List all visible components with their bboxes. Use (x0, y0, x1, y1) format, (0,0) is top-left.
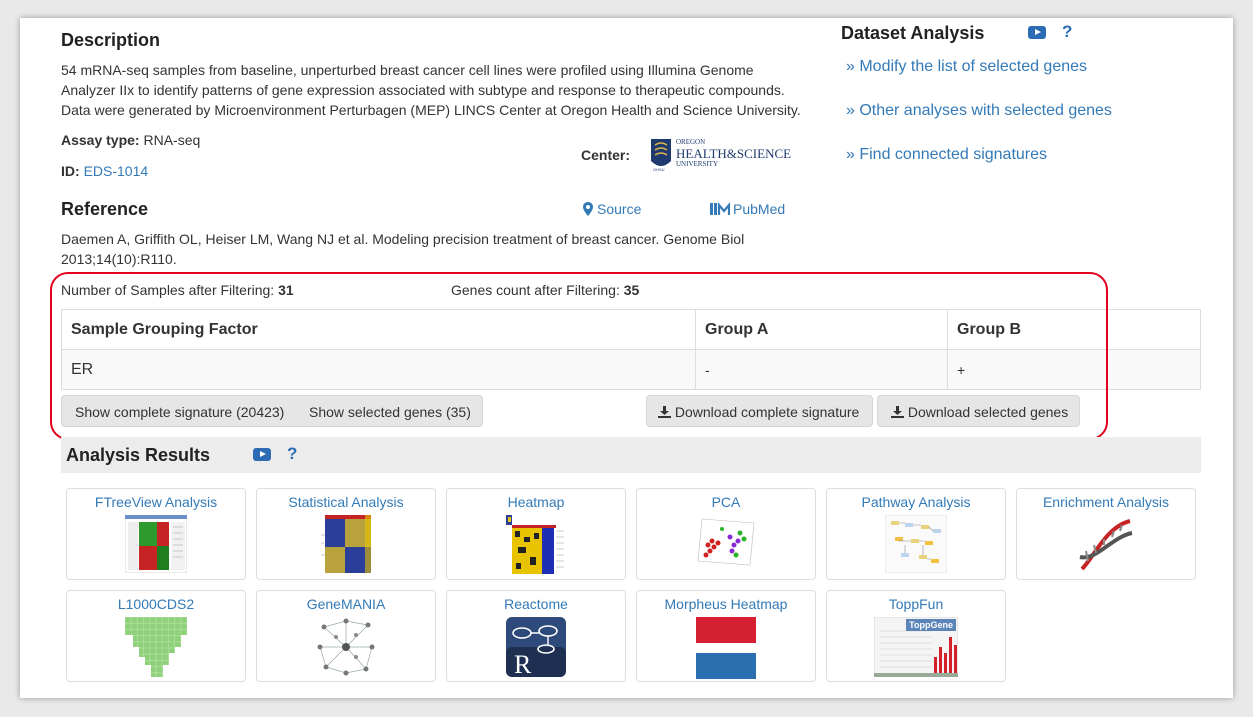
tool-card-title: PCA (711, 494, 741, 510)
toppgene-badge: ToppGene (906, 619, 956, 631)
description-line: Data were generated by Microenvironment … (61, 102, 801, 118)
source-link[interactable]: Source (583, 201, 641, 217)
tool-card-title: Enrichment Analysis (1042, 494, 1170, 510)
tool-card-title: ToppFun (888, 596, 944, 612)
youtube-icon[interactable] (1028, 26, 1046, 39)
id-label: ID: (61, 163, 80, 179)
pubmed-link[interactable]: PubMed (710, 201, 785, 217)
center-label: Center: (581, 147, 631, 163)
map-marker-icon (583, 202, 593, 216)
citation: Daemen A, Griffith OL, Heiser LM, Wang N… (61, 229, 821, 269)
reference-heading: Reference (61, 199, 149, 219)
analysis-results-heading: Analysis Results (66, 445, 211, 465)
youtube-icon[interactable] (253, 448, 271, 461)
logo-text: HEALTH&SCIENCE (676, 146, 792, 161)
tool-card-reactome[interactable]: Reactome R (446, 590, 626, 682)
analysis-results-header: Analysis Results ? (61, 437, 1201, 473)
source-label: Source (597, 201, 642, 217)
tool-card-l1000cds2[interactable]: L1000CDS2 (66, 590, 246, 682)
filtering-highlight-outline (50, 272, 1108, 440)
dataset-page: Description 54 mRNA-seq samples from bas… (20, 18, 1233, 698)
ftreeview-thumbnail-icon (125, 515, 187, 573)
pubmed-label: PubMed (733, 201, 786, 217)
tool-card-title: Heatmap (507, 494, 565, 510)
tool-card-title: FTreeView Analysis (94, 494, 218, 510)
tool-card-title: Pathway Analysis (861, 494, 971, 510)
tool-card-pca[interactable]: PCA (636, 488, 816, 580)
logo-text: UNIVERSITY (676, 160, 718, 168)
tool-card-enrichment[interactable]: Enrichment Analysis (1016, 488, 1196, 580)
assay-type: Assay type: RNA-seq (61, 130, 200, 150)
network-graph-icon (317, 618, 375, 676)
dna-helix-icon (1079, 519, 1133, 571)
other-analyses-link[interactable]: » Other analyses with selected genes (846, 102, 1112, 120)
dataset-id-link[interactable]: EDS-1014 (84, 163, 149, 179)
modify-genes-link[interactable]: » Modify the list of selected genes (846, 58, 1087, 76)
assay-value: RNA-seq (143, 132, 201, 148)
citation-line: 2013;14(10):R110. (61, 251, 177, 267)
pubmed-icon (710, 201, 731, 215)
tool-card-statistical[interactable]: Statistical Analysis (256, 488, 436, 580)
tool-card-morpheus[interactable]: Morpheus Heatmap (636, 590, 816, 682)
heatmap-thumbnail-icon (506, 515, 564, 574)
tool-card-ftreeview[interactable]: FTreeView Analysis (66, 488, 246, 580)
dataset-id: ID: EDS-1014 (61, 161, 148, 181)
logo-text: OHSU (653, 167, 665, 172)
tool-card-title: Reactome (504, 596, 568, 612)
tool-card-toppfun[interactable]: ToppFun ToppGene (826, 590, 1006, 682)
svg-text:R: R (514, 650, 532, 677)
description-text: 54 mRNA-seq samples from baseline, unper… (61, 60, 821, 120)
pathway-diagram-icon (885, 515, 947, 573)
statistical-heatmap-icon (321, 515, 371, 573)
pca-scatter-icon (697, 518, 755, 566)
connected-signatures-link[interactable]: » Find connected signatures (846, 146, 1047, 164)
ohsu-logo[interactable]: OREGON HEALTH&SCIENCE UNIVERSITY OHSU (649, 137, 792, 173)
tool-card-title: GeneMANIA (306, 596, 386, 612)
tool-card-genemania[interactable]: GeneMANIA (256, 590, 436, 682)
description-line: 54 mRNA-seq samples from baseline, unper… (61, 62, 754, 78)
citation-line: Daemen A, Griffith OL, Heiser LM, Wang N… (61, 231, 745, 247)
l1000cds2-grid-icon (125, 617, 187, 677)
assay-label: Assay type: (61, 132, 140, 148)
dataset-analysis-heading: Dataset Analysis (841, 23, 985, 43)
help-icon[interactable]: ? (1062, 22, 1072, 42)
tool-card-title: Morpheus Heatmap (664, 596, 788, 612)
help-icon[interactable]: ? (287, 444, 297, 464)
toppgene-chart-icon: ToppGene (874, 617, 958, 677)
tool-card-title: Statistical Analysis (288, 494, 404, 510)
description-heading: Description (61, 30, 161, 50)
reactome-r-icon: R (506, 617, 566, 677)
description-line: Analyzer IIx to identify patterns of gen… (61, 82, 785, 98)
tool-card-pathway[interactable]: Pathway Analysis (826, 488, 1006, 580)
morpheus-flag-icon (696, 617, 756, 679)
tool-card-title: L1000CDS2 (117, 596, 195, 612)
tool-card-heatmap[interactable]: Heatmap (446, 488, 626, 580)
